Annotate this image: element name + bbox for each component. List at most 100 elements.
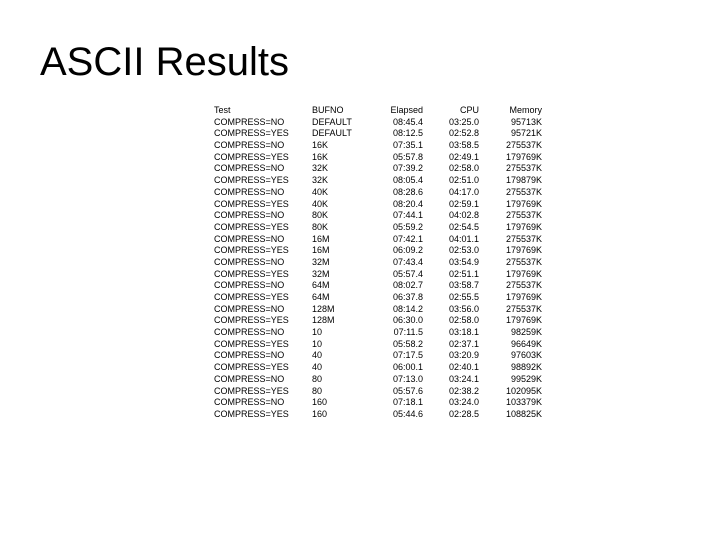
cell-elapsed: 05:57.4 (371, 269, 427, 281)
cell-cpu: 04:01.1 (427, 234, 483, 246)
cell-memory: 99529K (483, 374, 546, 386)
cell-bufno: 10 (308, 339, 371, 351)
cell-bufno: 128M (308, 315, 371, 327)
cell-cpu: 02:55.5 (427, 292, 483, 304)
cell-bufno: 40K (308, 187, 371, 199)
cell-test: COMPRESS=NO (210, 210, 308, 222)
table-row: COMPRESS=YES128M06:30.002:58.0179769K (210, 315, 546, 327)
cell-memory: 275537K (483, 163, 546, 175)
table-row: COMPRESS=YES4006:00.102:40.198892K (210, 362, 546, 374)
cell-test: COMPRESS=YES (210, 128, 308, 140)
cell-bufno: 40K (308, 199, 371, 211)
cell-elapsed: 06:37.8 (371, 292, 427, 304)
results-table: Test BUFNO Elapsed CPU Memory COMPRESS=N… (210, 105, 546, 421)
cell-memory: 98892K (483, 362, 546, 374)
cell-bufno: 80 (308, 374, 371, 386)
cell-cpu: 04:02.8 (427, 210, 483, 222)
cell-test: COMPRESS=NO (210, 327, 308, 339)
cell-cpu: 02:58.0 (427, 315, 483, 327)
cell-cpu: 02:28.5 (427, 409, 483, 421)
cell-cpu: 03:58.5 (427, 140, 483, 152)
cell-memory: 275537K (483, 210, 546, 222)
cell-test: COMPRESS=NO (210, 397, 308, 409)
cell-cpu: 03:18.1 (427, 327, 483, 339)
table-row: COMPRESS=NO1007:11.503:18.198259K (210, 327, 546, 339)
cell-cpu: 03:58.7 (427, 280, 483, 292)
cell-bufno: 80 (308, 386, 371, 398)
cell-cpu: 02:51.1 (427, 269, 483, 281)
header-test: Test (210, 105, 308, 117)
cell-elapsed: 07:17.5 (371, 350, 427, 362)
table-header-row: Test BUFNO Elapsed CPU Memory (210, 105, 546, 117)
cell-cpu: 02:58.0 (427, 163, 483, 175)
table-row: COMPRESS=NO80K07:44.104:02.8275537K (210, 210, 546, 222)
table-row: COMPRESS=NO32M07:43.403:54.9275537K (210, 257, 546, 269)
table-row: COMPRESS=YES1005:58.202:37.196649K (210, 339, 546, 351)
table-row: COMPRESS=NO16M07:42.104:01.1275537K (210, 234, 546, 246)
table-row: COMPRESS=YES16M06:09.202:53.0179769K (210, 245, 546, 257)
cell-bufno: 32M (308, 257, 371, 269)
cell-elapsed: 06:30.0 (371, 315, 427, 327)
cell-memory: 95713K (483, 117, 546, 129)
table-row: COMPRESS=YES80K05:59.202:54.5179769K (210, 222, 546, 234)
table-row: COMPRESS=YES64M06:37.802:55.5179769K (210, 292, 546, 304)
cell-elapsed: 06:00.1 (371, 362, 427, 374)
table-row: COMPRESS=NODEFAULT08:45.403:25.095713K (210, 117, 546, 129)
cell-bufno: 16M (308, 245, 371, 257)
cell-bufno: 64M (308, 280, 371, 292)
cell-bufno: 16K (308, 152, 371, 164)
cell-test: COMPRESS=NO (210, 374, 308, 386)
table-row: COMPRESS=NO8007:13.003:24.199529K (210, 374, 546, 386)
cell-cpu: 03:54.9 (427, 257, 483, 269)
results-table-wrap: Test BUFNO Elapsed CPU Memory COMPRESS=N… (210, 105, 680, 421)
cell-test: COMPRESS=NO (210, 163, 308, 175)
cell-bufno: 80K (308, 222, 371, 234)
cell-cpu: 02:53.0 (427, 245, 483, 257)
cell-memory: 179769K (483, 245, 546, 257)
cell-elapsed: 07:44.1 (371, 210, 427, 222)
cell-elapsed: 08:20.4 (371, 199, 427, 211)
cell-cpu: 03:20.9 (427, 350, 483, 362)
cell-elapsed: 05:57.6 (371, 386, 427, 398)
cell-elapsed: 07:18.1 (371, 397, 427, 409)
cell-test: COMPRESS=YES (210, 199, 308, 211)
cell-cpu: 02:51.0 (427, 175, 483, 187)
cell-bufno: 64M (308, 292, 371, 304)
cell-memory: 179769K (483, 199, 546, 211)
cell-test: COMPRESS=YES (210, 386, 308, 398)
cell-bufno: 32M (308, 269, 371, 281)
cell-memory: 95721K (483, 128, 546, 140)
cell-elapsed: 08:05.4 (371, 175, 427, 187)
cell-test: COMPRESS=NO (210, 117, 308, 129)
table-row: COMPRESS=YES16005:44.602:28.5108825K (210, 409, 546, 421)
cell-memory: 179769K (483, 315, 546, 327)
cell-elapsed: 07:13.0 (371, 374, 427, 386)
page-title: ASCII Results (40, 40, 680, 85)
cell-test: COMPRESS=NO (210, 140, 308, 152)
cell-memory: 275537K (483, 304, 546, 316)
header-memory: Memory (483, 105, 546, 117)
cell-elapsed: 07:42.1 (371, 234, 427, 246)
cell-elapsed: 08:28.6 (371, 187, 427, 199)
cell-cpu: 04:17.0 (427, 187, 483, 199)
cell-bufno: 16K (308, 140, 371, 152)
cell-memory: 179769K (483, 269, 546, 281)
cell-bufno: 32K (308, 175, 371, 187)
cell-test: COMPRESS=YES (210, 152, 308, 164)
table-row: COMPRESS=YES40K08:20.402:59.1179769K (210, 199, 546, 211)
cell-cpu: 02:54.5 (427, 222, 483, 234)
cell-cpu: 03:24.1 (427, 374, 483, 386)
cell-test: COMPRESS=NO (210, 234, 308, 246)
cell-cpu: 02:40.1 (427, 362, 483, 374)
cell-memory: 179769K (483, 292, 546, 304)
cell-test: COMPRESS=YES (210, 339, 308, 351)
cell-bufno: 128M (308, 304, 371, 316)
cell-test: COMPRESS=YES (210, 245, 308, 257)
cell-test: COMPRESS=YES (210, 315, 308, 327)
cell-memory: 275537K (483, 257, 546, 269)
cell-memory: 98259K (483, 327, 546, 339)
cell-memory: 179879K (483, 175, 546, 187)
table-row: COMPRESS=NO128M08:14.203:56.0275537K (210, 304, 546, 316)
cell-test: COMPRESS=NO (210, 187, 308, 199)
cell-test: COMPRESS=NO (210, 280, 308, 292)
